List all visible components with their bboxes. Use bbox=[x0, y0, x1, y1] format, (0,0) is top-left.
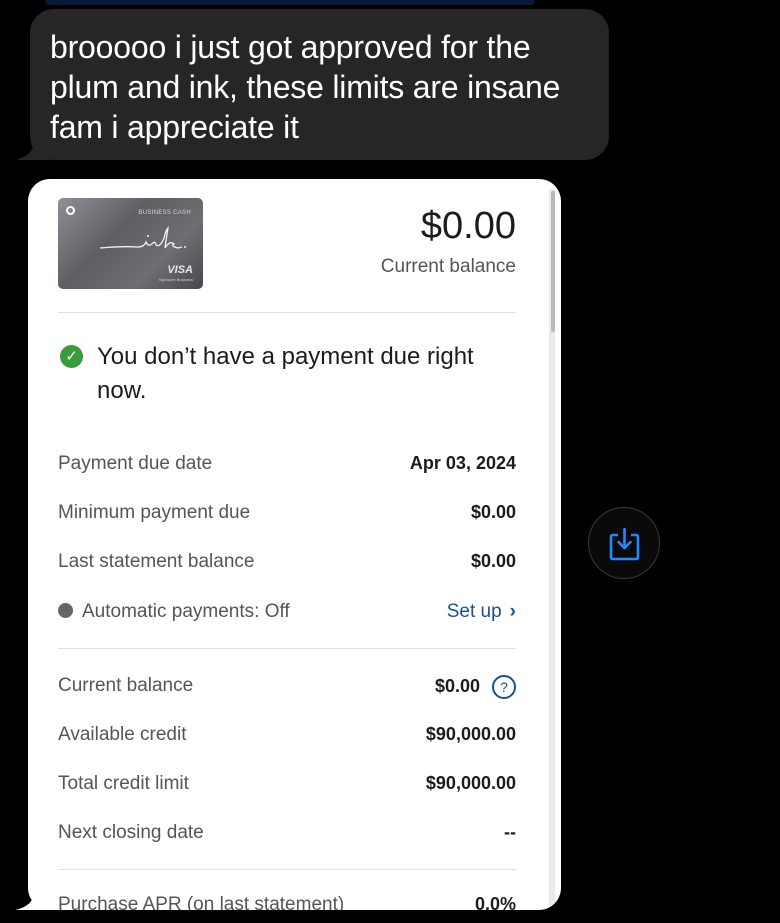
save-image-button[interactable] bbox=[588, 507, 660, 579]
row-value: -- bbox=[504, 822, 516, 842]
row-label: Minimum payment due bbox=[58, 502, 251, 523]
autopay-status: Automatic payments: Off bbox=[58, 601, 290, 623]
message-bubble[interactable]: brooooo i just got approved for the plum… bbox=[30, 9, 609, 160]
row-value: $90,000.00 bbox=[425, 724, 516, 744]
autopay-row: Automatic payments: Off Set up › bbox=[58, 601, 516, 627]
row-value: Apr 03, 2024 bbox=[409, 453, 516, 473]
row-label: Next closing date bbox=[58, 822, 204, 843]
message-text: brooooo i just got approved for the plum… bbox=[50, 29, 561, 145]
card-sub-label: Signature Business bbox=[158, 277, 193, 282]
row-value: $0.00 bbox=[434, 676, 480, 696]
divider bbox=[58, 648, 516, 649]
screenshot-attachment[interactable]: BUSINESS CASH VISA Signature Business $0… bbox=[28, 179, 561, 910]
row-label: Payment due date bbox=[58, 453, 213, 474]
minimum-payment-row: Minimum payment due $0.00 bbox=[58, 502, 516, 528]
row-label: Current balance bbox=[58, 675, 194, 696]
divider bbox=[58, 869, 516, 870]
row-label: Last statement balance bbox=[58, 551, 255, 572]
chase-logo-icon bbox=[66, 206, 75, 215]
scrollbar-thumb bbox=[551, 191, 555, 332]
status-dot-icon bbox=[58, 603, 73, 618]
row-value: $0.00 bbox=[470, 502, 516, 522]
setup-label: Set up bbox=[446, 601, 502, 622]
row-value: $90,000.00 bbox=[425, 773, 516, 793]
ink-logo-icon bbox=[99, 226, 186, 249]
row-label: Available credit bbox=[58, 724, 187, 745]
autopay-label: Automatic payments: Off bbox=[82, 601, 290, 622]
total-credit-limit-row: Total credit limit $90,000.00 bbox=[58, 773, 516, 799]
save-download-icon bbox=[609, 527, 640, 561]
credit-card-image: BUSINESS CASH VISA Signature Business bbox=[58, 198, 203, 289]
purchase-apr-row: Purchase APR (on last statement) 0.0% bbox=[58, 894, 516, 910]
question-circle-icon[interactable]: ? bbox=[492, 675, 516, 699]
row-value-wrap: $0.00? bbox=[435, 675, 516, 699]
check-circle-icon: ✓ bbox=[60, 345, 83, 368]
payment-due-date-row: Payment due date Apr 03, 2024 bbox=[58, 453, 516, 479]
row-value: 0.0% bbox=[474, 894, 516, 910]
divider bbox=[58, 312, 516, 313]
row-label: Purchase APR (on last statement) bbox=[58, 894, 345, 910]
current-balance-amount: $0.00 bbox=[420, 205, 516, 247]
payment-notice-text: You don’t have a payment due right now. bbox=[97, 343, 474, 404]
chevron-right-icon: › bbox=[509, 601, 516, 622]
setup-autopay-link[interactable]: Set up › bbox=[447, 601, 516, 623]
card-network-label: VISA bbox=[167, 264, 193, 276]
last-statement-balance-row: Last statement balance $0.00 bbox=[58, 551, 516, 577]
card-type-label: BUSINESS CASH bbox=[138, 210, 191, 216]
current-balance-row: Current balance $0.00? bbox=[58, 675, 516, 701]
previous-message-edge bbox=[45, 0, 535, 5]
next-closing-date-row: Next closing date -- bbox=[58, 822, 516, 848]
row-value: $0.00 bbox=[470, 551, 516, 571]
available-credit-row: Available credit $90,000.00 bbox=[58, 724, 516, 750]
row-label: Total credit limit bbox=[58, 773, 189, 794]
current-balance-label: Current balance bbox=[380, 256, 516, 277]
